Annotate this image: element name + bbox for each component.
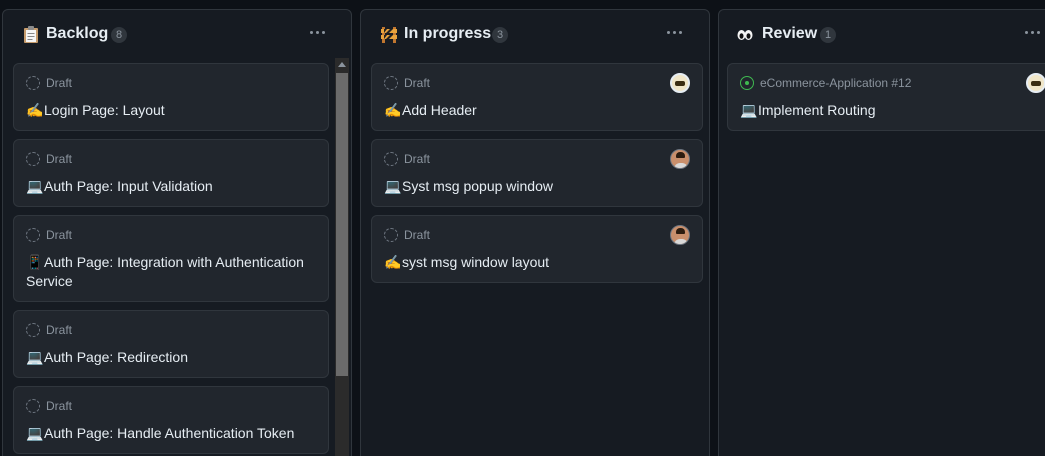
assignee-avatar[interactable] <box>670 149 690 169</box>
card-meta-text: Draft <box>404 76 431 90</box>
column-in-progress: In progress 3 Draft ✍️Add Header Draft 💻… <box>360 9 710 456</box>
column-review: Review 1 eCommerce-Application #12 💻Impl… <box>718 9 1045 456</box>
card-title[interactable]: 📱Auth Page: Integration with Authenticat… <box>26 253 314 291</box>
card-title[interactable]: ✍️Add Header <box>384 101 688 120</box>
card-item[interactable]: Draft 💻Auth Page: Handle Authentication … <box>13 386 329 454</box>
writing-hand-icon: ✍️ <box>26 102 44 118</box>
column-title: Review <box>762 25 818 42</box>
column-count-badge: 8 <box>111 27 127 43</box>
card-title[interactable]: 💻Auth Page: Redirection <box>26 348 314 367</box>
computer-icon: 💻 <box>26 178 44 194</box>
card-title-text: Auth Page: Integration with Authenticati… <box>26 254 304 289</box>
draft-status-icon <box>26 228 40 242</box>
writing-hand-icon: ✍️ <box>384 254 402 270</box>
card-item[interactable]: Draft 💻Auth Page: Redirection <box>13 310 329 378</box>
computer-icon: 💻 <box>384 178 402 194</box>
card-title[interactable]: 💻Syst msg popup window <box>384 177 688 196</box>
scroll-up-arrow-icon[interactable] <box>338 62 346 67</box>
eyes-icon <box>737 30 753 40</box>
column-menu-button[interactable] <box>665 25 685 39</box>
card-item[interactable]: Draft 📱Auth Page: Integration with Authe… <box>13 215 329 302</box>
draft-status-icon <box>384 76 398 90</box>
card-meta-text: Draft <box>46 323 73 337</box>
computer-icon: 💻 <box>26 349 44 365</box>
card-title[interactable]: 💻Auth Page: Input Validation <box>26 177 314 196</box>
column-count-badge: 1 <box>820 27 836 43</box>
column-header: Review 1 <box>719 10 1045 60</box>
card-meta-text: Draft <box>46 399 73 413</box>
card-title-text: Auth Page: Handle Authentication Token <box>44 425 295 441</box>
draft-status-icon <box>26 399 40 413</box>
mobile-phone-icon: 📱 <box>26 254 44 270</box>
writing-hand-icon: ✍️ <box>384 102 402 118</box>
computer-icon: 💻 <box>740 102 758 118</box>
card-item[interactable]: Draft ✍️Login Page: Layout <box>13 63 329 131</box>
card-item[interactable]: eCommerce-Application #12 💻Implement Rou… <box>727 63 1045 131</box>
column-menu-button[interactable] <box>308 25 328 39</box>
card-title-text: syst msg window layout <box>402 254 550 270</box>
clipboard-icon <box>24 26 38 43</box>
card-meta-text: Draft <box>46 152 73 166</box>
draft-status-icon <box>384 152 398 166</box>
card-title-text: Implement Routing <box>758 102 876 118</box>
scroll-thumb[interactable] <box>336 73 348 376</box>
column-backlog: Backlog 8 Draft ✍️Login Page: Layout Dra… <box>2 9 352 456</box>
draft-status-icon <box>26 76 40 90</box>
card-title-text: Auth Page: Redirection <box>44 349 188 365</box>
column-scrollbar[interactable] <box>335 58 349 456</box>
card-title[interactable]: 💻Implement Routing <box>740 101 1044 120</box>
card-title-text: Syst msg popup window <box>402 178 553 194</box>
computer-icon: 💻 <box>26 425 44 441</box>
card-item[interactable]: Draft 💻Syst msg popup window <box>371 139 703 207</box>
assignee-avatar[interactable] <box>670 73 690 93</box>
card-title-text: Add Header <box>402 102 477 118</box>
project-board: Backlog 8 Draft ✍️Login Page: Layout Dra… <box>0 0 1045 456</box>
card-item[interactable]: Draft 💻Auth Page: Input Validation <box>13 139 329 207</box>
construction-icon <box>381 27 397 43</box>
card-title[interactable]: ✍️syst msg window layout <box>384 253 688 272</box>
card-item[interactable]: Draft ✍️syst msg window layout <box>371 215 703 283</box>
card-repo-link[interactable]: eCommerce-Application #12 <box>760 76 911 90</box>
open-issue-icon <box>740 76 754 90</box>
column-count-badge: 3 <box>492 27 508 43</box>
draft-status-icon <box>384 228 398 242</box>
column-title: In progress <box>404 25 492 42</box>
card-item[interactable]: Draft ✍️Add Header <box>371 63 703 131</box>
card-title[interactable]: ✍️Login Page: Layout <box>26 101 314 120</box>
card-title[interactable]: 💻Auth Page: Handle Authentication Token <box>26 424 314 443</box>
card-title-text: Login Page: Layout <box>44 102 165 118</box>
card-meta-text: Draft <box>46 228 73 242</box>
card-meta-text: Draft <box>46 76 73 90</box>
assignee-avatar[interactable] <box>670 225 690 245</box>
draft-status-icon <box>26 152 40 166</box>
draft-status-icon <box>26 323 40 337</box>
assignee-avatar[interactable] <box>1026 73 1045 93</box>
card-title-text: Auth Page: Input Validation <box>44 178 213 194</box>
column-header: Backlog 8 <box>3 10 351 60</box>
column-title: Backlog <box>46 25 109 42</box>
card-meta-text: Draft <box>404 152 431 166</box>
column-menu-button[interactable] <box>1023 25 1043 39</box>
column-header: In progress 3 <box>361 10 709 60</box>
card-meta-text: Draft <box>404 228 431 242</box>
